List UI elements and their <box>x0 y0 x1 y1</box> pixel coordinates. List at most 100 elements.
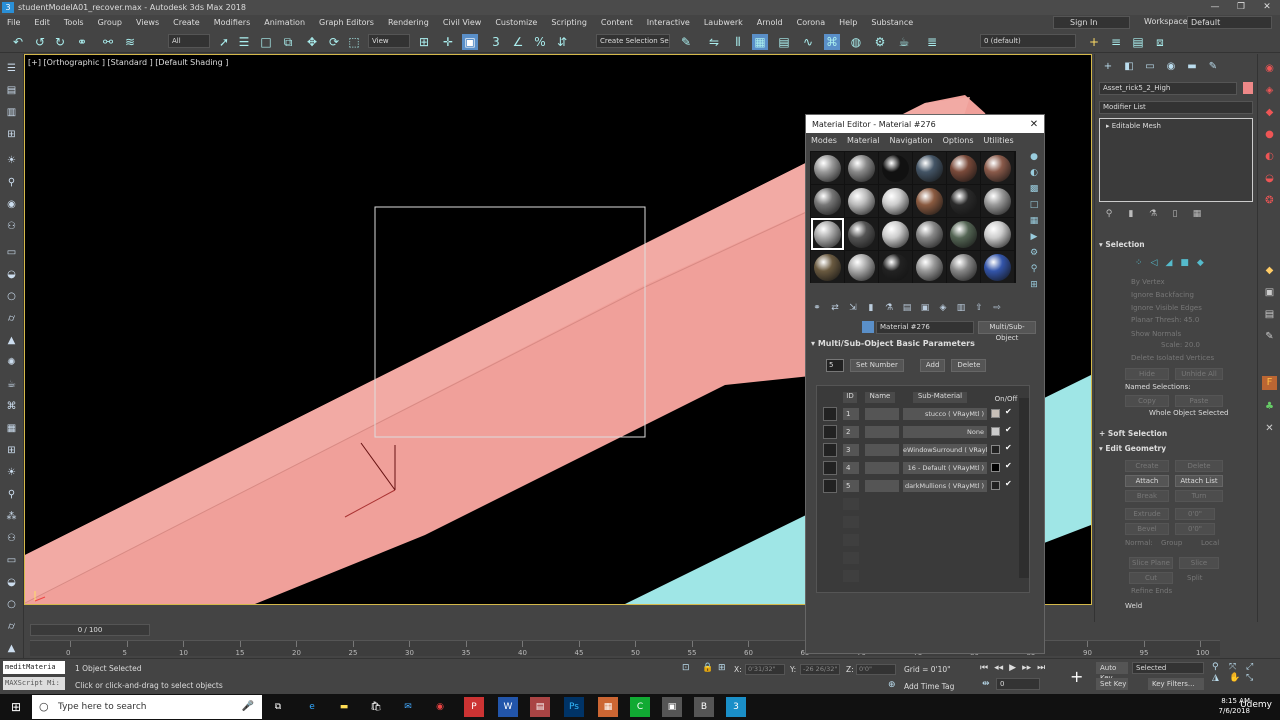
modifier-list-dropdown[interactable]: Modifier List <box>1099 101 1253 114</box>
rect-selection-icon[interactable]: □ <box>258 34 274 50</box>
polygon-level-icon[interactable]: ■ <box>1180 258 1189 268</box>
add-button[interactable]: Add <box>919 359 946 372</box>
task-view-icon[interactable]: ⧉ <box>268 697 288 717</box>
absolute-mode-icon[interactable]: ⊞ <box>718 663 726 673</box>
edit-geometry-rollout[interactable]: ▾ Edit Geometry <box>1099 444 1247 453</box>
pin-stack-icon[interactable]: ⚲ <box>1103 209 1115 221</box>
selection-filter-dropdown[interactable]: All <box>168 34 210 48</box>
sub-material-color[interactable] <box>991 427 1000 436</box>
angle-snap-icon[interactable]: ∠ <box>510 34 526 50</box>
sub-material-name[interactable] <box>865 462 899 474</box>
microphone-icon[interactable]: 🎤 <box>242 695 254 719</box>
material-editor-icon[interactable]: ◍ <box>848 34 864 50</box>
get-material-icon[interactable]: ⚭ <box>810 301 824 315</box>
bevel-button[interactable]: Bevel <box>1125 523 1169 535</box>
sub-material-onoff-checkbox[interactable]: ✔ <box>1005 407 1012 416</box>
material-sample-slot[interactable] <box>845 152 878 184</box>
backlight-icon[interactable]: ◐ <box>1028 167 1040 179</box>
material-type-button[interactable]: Multi/Sub-Object <box>978 321 1036 342</box>
play-icon[interactable]: ▶ <box>1009 663 1016 673</box>
fr-plugin-icon[interactable]: F <box>1262 376 1277 390</box>
sub-material-id[interactable]: 4 <box>843 462 859 474</box>
systems-icon[interactable]: ▦ <box>4 422 19 436</box>
video-color-check-icon[interactable]: ▦ <box>1028 215 1040 227</box>
auto-key-button[interactable]: Auto Key <box>1096 662 1128 682</box>
delete-button[interactable]: Delete <box>951 359 987 372</box>
vray-material-icon[interactable]: ◉ <box>1262 62 1277 76</box>
file-explorer-icon[interactable]: ▬ <box>334 697 354 717</box>
menu-substance[interactable]: Substance <box>864 18 920 27</box>
render-icon[interactable]: ☕ <box>896 34 912 50</box>
split-checkbox[interactable]: Split <box>1187 574 1203 582</box>
grid-icon[interactable]: ⊞ <box>4 444 19 458</box>
sub-material-name[interactable] <box>865 426 899 438</box>
paste-button[interactable]: Paste <box>1175 395 1223 407</box>
sub-material-swatch[interactable] <box>823 479 837 493</box>
key-mode-icon[interactable]: ⇹ <box>982 679 990 689</box>
stack-item-editable-mesh[interactable]: ▸ Editable Mesh <box>1100 119 1252 130</box>
motion-tab-icon[interactable]: ◉ <box>1164 60 1178 74</box>
material-sample-slot[interactable] <box>811 218 844 250</box>
scale-spinner[interactable]: Scale: 20.0 <box>1161 341 1200 349</box>
windows-start-icon[interactable]: ⊞ <box>8 699 24 715</box>
select-by-name-icon[interactable]: ☰ <box>236 34 252 50</box>
maximize-viewport-icon[interactable]: ⤡ <box>1246 673 1262 683</box>
bevel-spinner[interactable]: 0'0" <box>1175 523 1215 535</box>
slice-button[interactable]: Slice <box>1179 557 1219 569</box>
isolate-selection-icon[interactable]: ⊡ <box>682 663 690 673</box>
turn-button[interactable]: Turn <box>1175 490 1223 502</box>
sub-material-id[interactable]: 5 <box>843 480 859 492</box>
normal-local-radio[interactable]: Local <box>1201 539 1219 547</box>
make-unique-stack-icon[interactable]: ⚗ <box>1147 209 1159 221</box>
refine-ends-checkbox[interactable]: Refine Ends <box>1131 587 1172 595</box>
helpers-icon[interactable]: ⚲ <box>4 176 19 190</box>
medit-menu-modes[interactable]: Modes <box>806 136 842 145</box>
teapot-icon[interactable]: ☕ <box>4 378 19 392</box>
tube-icon[interactable]: ⌭ <box>4 620 19 634</box>
mail-icon[interactable]: ✉ <box>398 697 418 717</box>
background-icon[interactable]: ▩ <box>1028 183 1040 195</box>
previous-frame-icon[interactable]: ◂◂ <box>994 663 1003 673</box>
scale-icon[interactable]: ⬚ <box>346 34 362 50</box>
sub-material-button[interactable]: 16 - Default ( VRayMtl ) <box>903 462 987 474</box>
create-tab-icon[interactable]: + <box>1101 60 1115 74</box>
particles-icon[interactable]: ⁂ <box>4 510 19 524</box>
menu-scripting[interactable]: Scripting <box>544 18 594 27</box>
light-bulb-icon[interactable]: ☀ <box>4 154 19 168</box>
acrobat-icon[interactable]: ▤ <box>530 697 550 717</box>
menu-file[interactable]: File <box>0 18 27 27</box>
material-sample-slot[interactable] <box>811 251 844 283</box>
menu-rendering[interactable]: Rendering <box>381 18 436 27</box>
3dsmax-taskbar-icon[interactable]: 3 <box>726 697 746 717</box>
spacewarp-icon[interactable]: ⌘ <box>4 400 19 414</box>
material-sample-slot[interactable] <box>947 185 980 217</box>
powerpoint-icon[interactable]: P <box>464 697 484 717</box>
maximize-button[interactable]: ❐ <box>1228 0 1254 15</box>
material-sample-slot[interactable] <box>913 251 946 283</box>
sketchup-icon[interactable]: ▦ <box>598 697 618 717</box>
table-row[interactable]: 3 eWindowSurround ( VRayl ✔ <box>821 442 1012 458</box>
table-row[interactable]: 1 stucco ( VRayMtl ) ✔ <box>821 406 1012 422</box>
tree-icon[interactable]: ♣ <box>1262 400 1277 414</box>
material-sample-slot[interactable] <box>845 185 878 217</box>
by-vertex-checkbox[interactable]: By Vertex <box>1131 278 1165 286</box>
menu-create[interactable]: Create <box>166 18 207 27</box>
modifier-stack[interactable]: ▸ Editable Mesh <box>1099 118 1253 202</box>
table-row[interactable]: 5 darkMullions ( VRayMtl ) ✔ <box>821 478 1012 494</box>
put-to-scene-icon[interactable]: ⇄ <box>828 301 842 315</box>
material-sample-slot[interactable] <box>947 251 980 283</box>
header-name[interactable]: Name <box>865 392 895 403</box>
word-icon[interactable]: W <box>498 697 518 717</box>
sub-material-button[interactable]: darkMullions ( VRayMtl ) <box>903 480 987 492</box>
extrude-button[interactable]: Extrude <box>1125 508 1169 520</box>
material-sample-slot[interactable] <box>811 185 844 217</box>
maxscript-mini-listener[interactable]: MAXScript Mi: <box>3 677 65 690</box>
sub-material-onoff-checkbox[interactable]: ✔ <box>1005 479 1012 488</box>
show-map-icon[interactable]: ◈ <box>936 301 950 315</box>
go-to-start-icon[interactable]: ⏮ <box>980 663 988 673</box>
set-number-input[interactable]: 5 <box>826 359 844 372</box>
menu-group[interactable]: Group <box>91 18 129 27</box>
x-coordinate-field[interactable]: 0'31/32" <box>745 664 785 675</box>
scatter-icon[interactable]: ▤ <box>1262 308 1277 322</box>
scene-explorer-icon[interactable]: ☰ <box>4 62 19 76</box>
